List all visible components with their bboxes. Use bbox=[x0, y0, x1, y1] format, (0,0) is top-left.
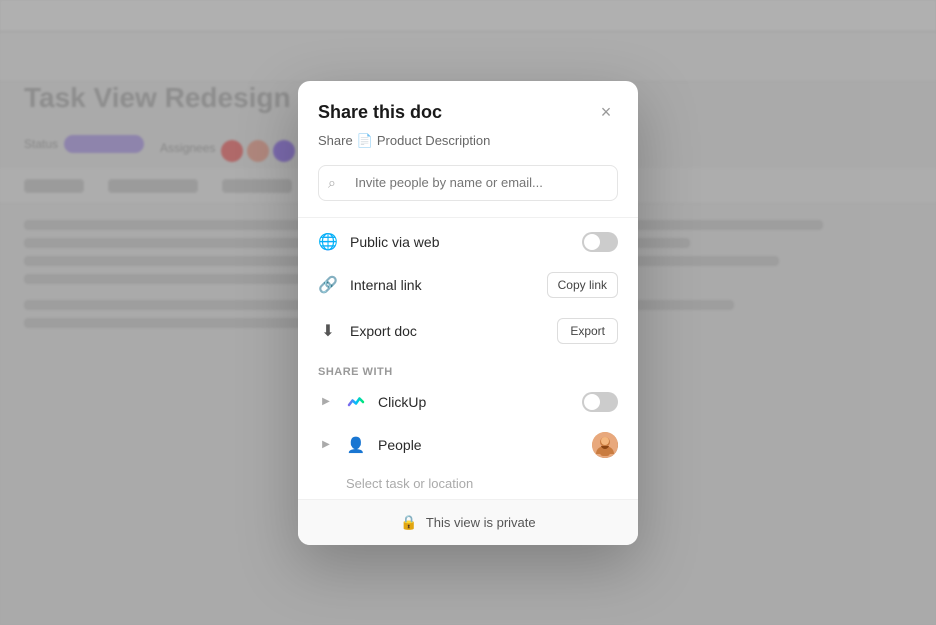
export-icon: ⬇ bbox=[318, 321, 338, 341]
avatar-svg bbox=[592, 432, 618, 458]
copy-link-button[interactable]: Copy link bbox=[547, 272, 618, 298]
share-with-label: SHARE WITH bbox=[298, 354, 638, 382]
internal-link-row: 🔗 Internal link Copy link bbox=[298, 262, 638, 308]
people-row: ▶ 👤 People bbox=[298, 422, 638, 468]
clickup-row: ▶ ClickUp bbox=[298, 382, 638, 422]
subtitle-doc: Product Description bbox=[377, 133, 490, 148]
search-container: ⌕ bbox=[318, 165, 618, 201]
search-input[interactable] bbox=[318, 165, 618, 201]
modal-header: Share this doc × bbox=[298, 81, 638, 133]
internal-link-label: Internal link bbox=[350, 277, 535, 293]
export-button[interactable]: Export bbox=[557, 318, 618, 344]
export-doc-label: Export doc bbox=[350, 323, 545, 339]
close-button[interactable]: × bbox=[594, 101, 618, 125]
link-icon: 🔗 bbox=[318, 275, 338, 295]
public-via-web-row: 🌐 Public via web bbox=[298, 222, 638, 262]
clickup-chevron[interactable]: ▶ bbox=[318, 394, 334, 410]
divider-1 bbox=[298, 217, 638, 218]
public-via-web-toggle[interactable] bbox=[582, 232, 618, 252]
clickup-logo-icon bbox=[346, 392, 366, 412]
share-modal: Share this doc × Share 📄 Product Descrip… bbox=[298, 81, 638, 545]
modal-footer: 🔒 This view is private bbox=[298, 499, 638, 545]
modal-subtitle: Share 📄 Product Description bbox=[298, 133, 638, 165]
clickup-label: ClickUp bbox=[378, 394, 570, 410]
people-label: People bbox=[378, 437, 580, 453]
people-avatar bbox=[592, 432, 618, 458]
globe-icon: 🌐 bbox=[318, 232, 338, 252]
lock-icon: 🔒 bbox=[400, 514, 417, 531]
doc-icon: 📄 bbox=[357, 133, 373, 149]
clickup-toggle[interactable] bbox=[582, 392, 618, 412]
private-label: This view is private bbox=[426, 515, 536, 530]
modal-overlay: Share this doc × Share 📄 Product Descrip… bbox=[0, 0, 936, 625]
person-icon: 👤 bbox=[346, 435, 366, 455]
export-doc-row: ⬇ Export doc Export bbox=[298, 308, 638, 354]
subtitle-prefix: Share bbox=[318, 133, 353, 148]
people-chevron[interactable]: ▶ bbox=[318, 437, 334, 453]
modal-title: Share this doc bbox=[318, 102, 442, 123]
select-task-label: Select task or location bbox=[346, 476, 473, 491]
search-icon: ⌕ bbox=[328, 174, 336, 191]
select-task-row[interactable]: Select task or location bbox=[298, 468, 638, 499]
public-via-web-label: Public via web bbox=[350, 234, 570, 250]
